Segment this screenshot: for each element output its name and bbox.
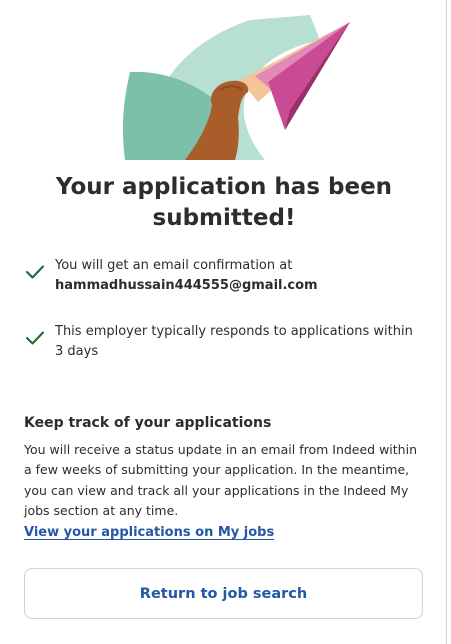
confirmation-list: You will get an email confirmation at ha… — [24, 256, 424, 362]
return-to-job-search-button[interactable]: Return to job search — [24, 568, 423, 619]
page-title: Your application has been submitted! — [55, 174, 393, 231]
scrollbar-divider — [446, 0, 447, 644]
response-time-message: This employer typically responds to appl… — [55, 324, 413, 359]
checkmark-icon — [26, 331, 44, 345]
application-submitted-page: Your application has been submitted! You… — [0, 0, 451, 644]
confirmation-item-email: You will get an email confirmation at ha… — [24, 256, 424, 296]
track-applications-description: You will receive a status update in an e… — [24, 442, 417, 518]
checkmark-icon — [26, 265, 44, 279]
email-confirmation-message: You will get an email confirmation at — [55, 258, 293, 273]
my-jobs-link[interactable]: View your applications on My jobs — [24, 523, 274, 543]
confirmation-text: You will get an email confirmation at ha… — [55, 256, 318, 296]
paper-plane-illustration — [122, 15, 350, 160]
confirmation-item-response-time: This employer typically responds to appl… — [24, 322, 424, 362]
track-applications-heading: Keep track of your applications — [24, 415, 272, 431]
confirmation-email: hammadhussain444555@gmail.com — [55, 278, 318, 293]
